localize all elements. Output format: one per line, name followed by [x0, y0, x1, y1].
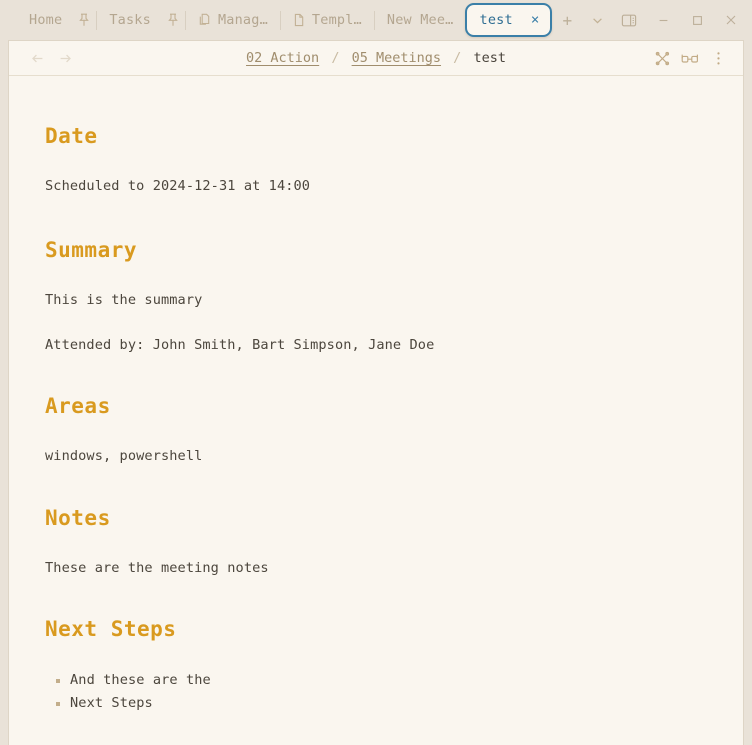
- close-window-button[interactable]: [714, 6, 748, 34]
- section-heading: Next Steps: [45, 616, 177, 641]
- section-heading: Areas: [45, 394, 111, 419]
- tab-home[interactable]: Home: [18, 6, 73, 34]
- breadcrumb-item-action[interactable]: 02 Action: [246, 50, 319, 66]
- section-heading: Summary: [45, 238, 138, 263]
- shuffle-icon[interactable]: [649, 45, 675, 71]
- section-paragraph: This is the summary: [45, 292, 203, 309]
- tab-management[interactable]: Manag…: [187, 6, 279, 34]
- section-paragraph: Attended by: John Smith, Bart Simpson, J…: [45, 336, 435, 353]
- tab-divider: [96, 10, 98, 30]
- section-date: Date Scheduled to 2024-12-31 at 14:00: [45, 124, 707, 196]
- copy-icon: [198, 13, 211, 27]
- tab-templates[interactable]: Templ…: [282, 6, 373, 34]
- breadcrumb-toolbar: 02 Action / 05 Meetings / test: [9, 41, 743, 76]
- breadcrumb-separator: /: [453, 50, 462, 66]
- tab-new-meeting[interactable]: New Mee…: [376, 6, 465, 34]
- back-button[interactable]: [23, 45, 51, 71]
- more-vertical-icon[interactable]: [705, 45, 731, 71]
- section-paragraph: windows, powershell: [45, 448, 203, 465]
- pin-icon[interactable]: [162, 8, 184, 32]
- tab-divider: [279, 10, 281, 30]
- section-paragraph: Scheduled to 2024-12-31 at 14:00: [45, 178, 311, 194]
- breadcrumb: 02 Action / 05 Meetings / test: [9, 50, 743, 66]
- minimize-button[interactable]: [646, 6, 680, 34]
- section-heading: Notes: [45, 505, 111, 530]
- section-notes: Notes These are the meeting notes: [45, 506, 707, 578]
- section-heading: Date: [45, 124, 98, 148]
- tab-divider: [184, 10, 186, 30]
- tab-label: New Mee…: [386, 12, 454, 28]
- document-content[interactable]: Date Scheduled to 2024-12-31 at 14:00 Su…: [9, 76, 743, 716]
- tab-label: Manag…: [217, 12, 268, 28]
- tab-label: test: [479, 12, 513, 28]
- reading-glasses-icon[interactable]: [677, 45, 703, 71]
- new-tab-button[interactable]: +: [552, 6, 582, 34]
- window-tab-bar: Home Tasks Manag… Templ… New Mee… test ×…: [0, 0, 752, 40]
- tab-divider: [373, 10, 375, 30]
- section-areas: Areas windows, powershell: [45, 394, 707, 466]
- maximize-button[interactable]: [680, 6, 714, 34]
- section-paragraph: These are the meeting notes: [45, 559, 269, 576]
- pin-icon[interactable]: [73, 8, 95, 32]
- sidebar-icon[interactable]: [612, 6, 646, 34]
- breadcrumb-separator: /: [331, 50, 340, 66]
- section-summary: Summary This is the summary Attended by:…: [45, 238, 707, 355]
- file-icon: [293, 13, 305, 27]
- page-frame: 02 Action / 05 Meetings / test Date Sche…: [8, 40, 744, 745]
- tab-tasks[interactable]: Tasks: [98, 6, 162, 34]
- tab-label: Templ…: [311, 12, 362, 28]
- chevron-down-icon[interactable]: [582, 6, 612, 34]
- list-item: And these are the: [45, 669, 707, 692]
- next-steps-list: And these are the Next Steps: [45, 669, 707, 716]
- breadcrumb-item-meetings[interactable]: 05 Meetings: [352, 50, 441, 66]
- tab-test-active[interactable]: test ×: [464, 3, 553, 37]
- tab-label: Tasks: [109, 12, 151, 28]
- list-item: Next Steps: [45, 692, 707, 715]
- breadcrumb-item-current: test: [473, 50, 506, 66]
- forward-button[interactable]: [51, 45, 79, 71]
- tab-label: Home: [29, 12, 63, 28]
- breadcrumb-tools: [649, 45, 731, 71]
- close-icon[interactable]: ×: [529, 12, 541, 28]
- section-next-steps: Next Steps And these are the Next Steps: [45, 617, 707, 716]
